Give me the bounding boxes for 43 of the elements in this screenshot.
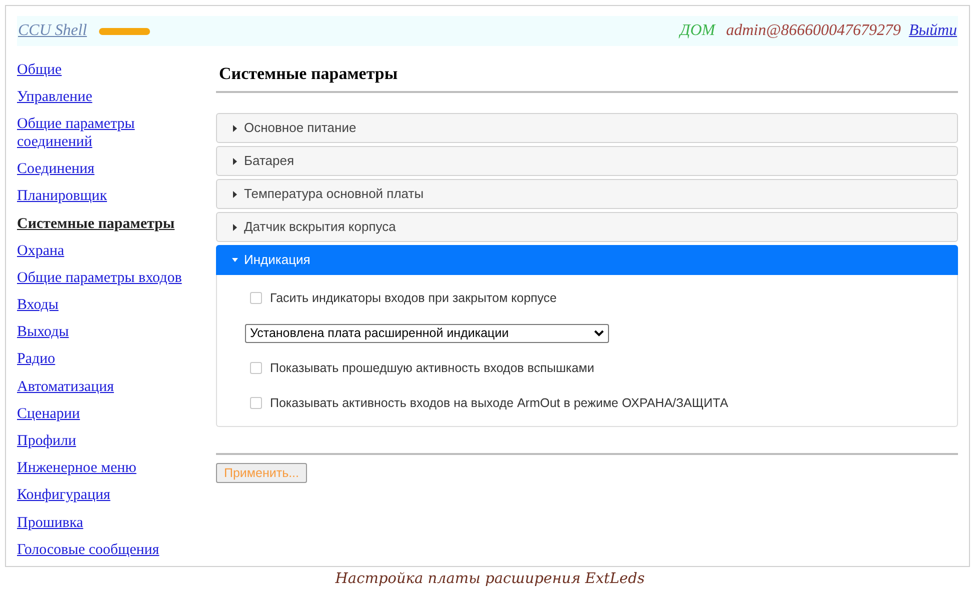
checkbox[interactable]: [250, 292, 262, 304]
caret-down-icon: [232, 256, 238, 264]
sidebar-link[interactable]: Радио: [17, 350, 197, 368]
sidebar-link[interactable]: Сценарии: [17, 404, 197, 423]
sidebar-link[interactable]: Прошивка: [17, 514, 197, 532]
sidebar-link[interactable]: Выходы: [17, 323, 197, 342]
checkbox[interactable]: [250, 396, 262, 409]
sidebar-link[interactable]: Общие: [17, 60, 197, 79]
sidebar-link[interactable]: Конфигурация: [17, 486, 197, 504]
caret-right-icon: [232, 124, 238, 132]
sidebar-link[interactable]: Инженерное меню: [17, 459, 197, 478]
page-title: Системные параметры: [218, 63, 399, 85]
accordion-header[interactable]: Батарея: [216, 146, 958, 176]
sidebar-link[interactable]: Управление: [17, 88, 197, 106]
location-label: ДОМ: [680, 21, 716, 41]
figure-caption: Настройка платы расширения ExtLeds: [334, 570, 646, 589]
accordion-header[interactable]: Температура основной платы: [216, 179, 958, 209]
sidebar-link[interactable]: Входы: [17, 296, 197, 314]
sidebar-link[interactable]: Профили: [17, 432, 197, 450]
app-title-link[interactable]: CCU Shell: [18, 19, 87, 43]
sidebar-link[interactable]: Охрана: [17, 242, 197, 260]
checkbox[interactable]: [250, 362, 262, 374]
sidebar-link[interactable]: Автоматизация: [17, 378, 197, 396]
sidebar-link[interactable]: Планировщик: [17, 187, 197, 206]
sidebar-link[interactable]: Общие параметры входов: [17, 268, 197, 287]
logout-link[interactable]: Выйти: [908, 19, 957, 43]
checkbox-label: Показывать активность входов на выходе ArmOut в режиме ОХРАНА/ЗАЩИТА: [270, 394, 728, 412]
sidebar-link[interactable]: Соединения: [17, 160, 197, 178]
accordion-header[interactable]: Датчик вскрытия корпуса: [216, 212, 958, 242]
checkbox-label: Показывать прошедшую активность входов вспышками: [270, 360, 594, 377]
sidebar-link[interactable]: Общие параметры соединений: [17, 114, 197, 151]
caret-right-icon: [232, 190, 238, 198]
accordion-header[interactable]: Индикация: [216, 245, 958, 275]
caret-right-icon: [232, 224, 238, 230]
caret-right-icon: [232, 158, 238, 164]
status-indicator: [98, 28, 150, 34]
sidebar-link[interactable]: Голосовые сообщения: [17, 540, 197, 559]
checkbox-label: Гасить индикаторы входов при закрытом корпусе: [270, 290, 557, 307]
accordion-header[interactable]: Основное питание: [216, 113, 958, 143]
user-label: admin@866600047679279: [726, 21, 901, 41]
sidebar-link[interactable]: Системные параметры: [17, 214, 197, 233]
chevron-down-icon: [594, 330, 604, 337]
select-field[interactable]: Установлена плата расширенной индикации: [245, 324, 609, 343]
